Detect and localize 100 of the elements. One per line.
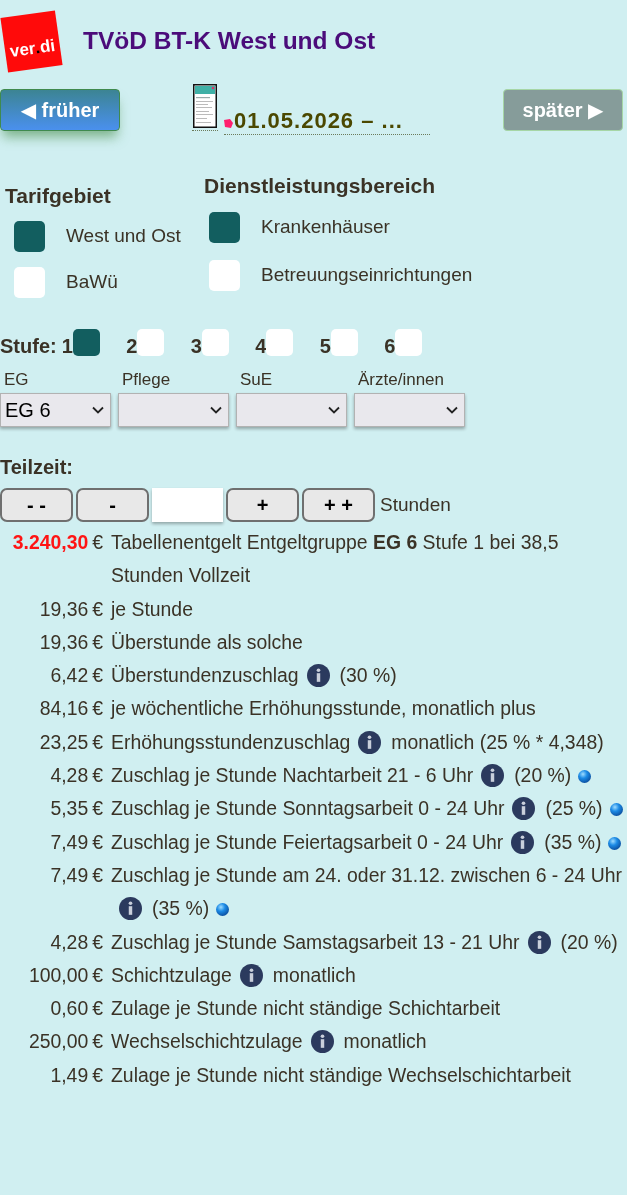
- currency-symbol: €: [92, 862, 103, 888]
- chevron-icon: [210, 406, 222, 414]
- currency-symbol: €: [92, 1062, 103, 1088]
- info-icon[interactable]: [358, 730, 382, 754]
- item-note: (20 %): [560, 930, 618, 953]
- amount: 1,49: [50, 1062, 89, 1088]
- item-note: (30 %): [339, 664, 397, 687]
- item-description: Überstundenzuschlag: [111, 664, 299, 687]
- stufe-number: 6: [384, 335, 396, 357]
- currency-symbol: €: [92, 530, 103, 555]
- select-label: Pflege: [121, 369, 172, 391]
- stufe-number: 3: [190, 335, 202, 357]
- amount: 6,42: [50, 663, 89, 689]
- stufe-label: Stufe:: [0, 335, 57, 357]
- currency-symbol: €: [92, 1029, 103, 1055]
- option-checkbox[interactable]: [14, 266, 45, 298]
- option-label: West und Ost: [66, 225, 181, 247]
- amount: 84,16: [39, 696, 89, 722]
- amount: 19,36: [39, 629, 89, 655]
- stufe-checkbox[interactable]: [72, 329, 100, 356]
- info-icon[interactable]: [527, 930, 551, 954]
- amount: 4,28: [50, 763, 89, 789]
- stufe-number: 1: [61, 335, 73, 357]
- stufe-checkbox[interactable]: [395, 329, 423, 356]
- info-icon[interactable]: [310, 1030, 334, 1054]
- item-note: (20 %): [514, 764, 572, 787]
- decrease-button[interactable]: -: [76, 488, 149, 522]
- item-note: (25 %): [545, 797, 603, 820]
- group-select[interactable]: EG 6: [0, 393, 111, 427]
- tag-icon: [224, 119, 233, 128]
- stufe-number: 4: [255, 335, 267, 357]
- info-icon[interactable]: [512, 797, 536, 821]
- amount: 250,00: [28, 1029, 89, 1055]
- item-description: Wechselschichtzulage: [111, 1030, 303, 1053]
- item-description: je wöchentliche Erhöhungsstunde, monatlich plus: [111, 697, 536, 720]
- item-description: Zulage je Stunde nicht ständige Wechselschichtarbeit: [111, 1063, 571, 1086]
- currency-symbol: €: [92, 729, 103, 755]
- page-title: TVöD BT-K West und Ost: [83, 27, 376, 55]
- amount: 4,28: [50, 929, 89, 955]
- currency-symbol: €: [92, 663, 103, 689]
- info-icon[interactable]: [306, 664, 330, 688]
- section-heading: Teilzeit:: [0, 455, 74, 479]
- period-link[interactable]: 01.05.2026 – ...: [224, 108, 430, 135]
- option-checkbox[interactable]: [209, 211, 240, 243]
- item-description: Zulage je Stunde nicht ständige Schichtarbeit: [111, 997, 501, 1020]
- increase-button[interactable]: + +: [302, 488, 375, 522]
- item-note: monatlich: [272, 963, 356, 986]
- amount: 19,36: [39, 596, 89, 622]
- info-icon[interactable]: [511, 830, 535, 854]
- amount: 0,60: [50, 996, 89, 1022]
- currency-symbol: €: [92, 596, 103, 622]
- document-thumbnail-icon[interactable]: [192, 84, 218, 131]
- item-description: Zuschlag je Stunde Feiertagsarbeit 0 - 24 Uhr: [111, 830, 504, 853]
- amount: 100,00: [28, 962, 89, 988]
- increase-button[interactable]: +: [226, 488, 299, 522]
- hours-input[interactable]: [152, 488, 223, 522]
- option-label: Betreuungseinrichtungen: [261, 264, 473, 286]
- item-description: Zuschlag je Stunde Sonntagsarbeit 0 - 24 Uhr: [111, 797, 505, 820]
- amount: 7,49: [50, 862, 89, 888]
- item-description: Zuschlag je Stunde am 24. oder 31.12. zwischen 6 - 24 Uhr: [111, 863, 622, 886]
- option-checkbox[interactable]: [14, 220, 45, 252]
- currency-symbol: €: [92, 629, 103, 655]
- item-description: Erhöhungsstundenzuschlag: [111, 730, 351, 753]
- info-icon[interactable]: [119, 897, 142, 921]
- item-note: (35 %): [544, 830, 602, 853]
- info-icon[interactable]: [239, 963, 263, 987]
- item-note: monatlich (25 % * 4,348): [391, 730, 604, 753]
- stufe-checkbox[interactable]: [201, 329, 229, 356]
- select-label: SuE: [239, 369, 274, 391]
- logo: ver . di: [0, 9, 63, 73]
- amount: 3.240,30: [12, 530, 89, 555]
- item-description: Zuschlag je Stunde Nachtarbeit 21 - 6 Uhr: [111, 764, 474, 787]
- currency-symbol: €: [92, 962, 103, 988]
- currency-symbol: €: [92, 796, 103, 822]
- stufe-number: 5: [319, 335, 331, 357]
- amount: 5,35: [50, 796, 89, 822]
- info-icon[interactable]: [481, 764, 505, 788]
- section-heading: Tarifgebiet: [5, 184, 112, 208]
- decrease-button[interactable]: - -: [0, 488, 73, 522]
- amount: 23,25: [39, 729, 89, 755]
- item-description: Zuschlag je Stunde Samstagsarbeit 13 - 21 Uhr: [111, 930, 520, 953]
- previous-button[interactable]: ◀ früher: [0, 89, 120, 131]
- stufe-checkbox[interactable]: [266, 329, 294, 356]
- stufe-checkbox[interactable]: [330, 329, 358, 356]
- amount: 7,49: [50, 829, 89, 855]
- select-label: EG: [3, 369, 30, 391]
- chevron-icon: [92, 406, 104, 414]
- option-label: Krankenhäuser: [261, 216, 390, 238]
- unit-label: Stunden: [380, 494, 451, 516]
- section-heading: Dienstleistungsbereich: [204, 174, 437, 198]
- option-checkbox[interactable]: [209, 259, 240, 291]
- currency-symbol: €: [92, 996, 103, 1022]
- currency-symbol: €: [92, 829, 103, 855]
- currency-symbol: €: [92, 929, 103, 955]
- currency-symbol: €: [92, 696, 103, 722]
- select-label: Ärzte/innen: [357, 369, 445, 391]
- item-description: Überstunde als solche: [111, 630, 303, 653]
- stufe-checkbox[interactable]: [137, 329, 165, 356]
- stufe-number: 2: [126, 335, 138, 357]
- item-description: je Stunde: [111, 597, 193, 620]
